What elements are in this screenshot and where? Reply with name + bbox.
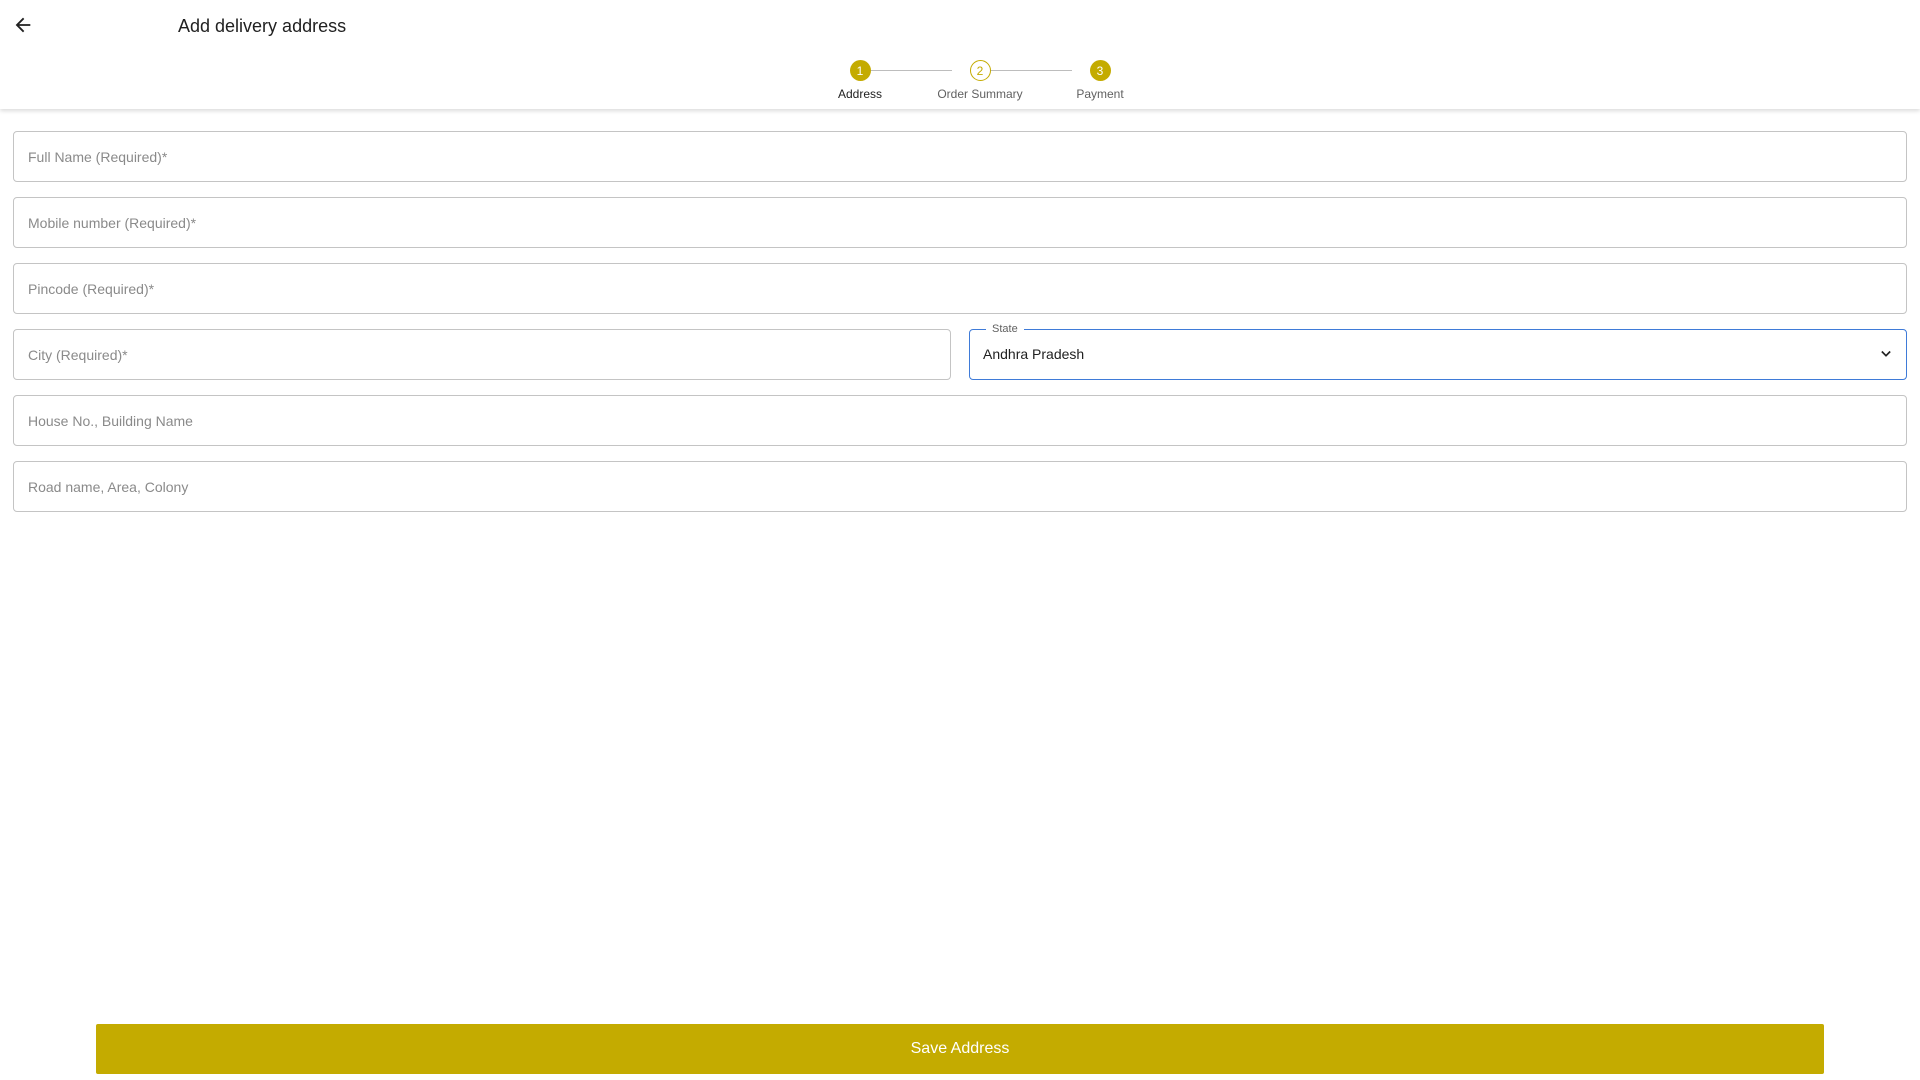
city-input[interactable]	[14, 330, 950, 379]
road-field	[13, 461, 1907, 512]
state-select[interactable]: State Andhra Pradesh	[969, 322, 1907, 380]
step-label: Order Summary	[937, 87, 1023, 101]
step-number: 1	[849, 60, 871, 81]
pincode-input[interactable]	[14, 264, 1906, 313]
app-header: Add delivery address 1 Address 2 Order S…	[0, 0, 1920, 109]
save-address-button[interactable]: Save Address	[96, 1024, 1824, 1074]
city-field	[13, 329, 951, 380]
state-value: Andhra Pradesh	[983, 346, 1085, 362]
pincode-field	[13, 263, 1907, 314]
page-title: Add delivery address	[178, 16, 347, 36]
mobile-field	[13, 197, 1907, 248]
step-address: 1 Address	[800, 60, 920, 101]
road-input[interactable]	[14, 462, 1906, 511]
full-name-input[interactable]	[14, 132, 1906, 181]
step-number: 3	[1089, 60, 1111, 81]
house-field	[13, 395, 1907, 446]
back-button[interactable]	[8, 10, 38, 40]
step-number: 2	[969, 60, 991, 81]
step-label: Payment	[1076, 87, 1124, 101]
arrow-left-icon	[15, 17, 31, 33]
step-payment: 3 Payment	[1040, 60, 1160, 101]
house-input[interactable]	[14, 396, 1906, 445]
full-name-field	[13, 131, 1907, 182]
chevron-down-icon[interactable]	[1876, 344, 1896, 364]
mobile-input[interactable]	[14, 198, 1906, 247]
step-order-summary: 2 Order Summary	[920, 60, 1040, 101]
step-label: Address	[837, 87, 883, 101]
checkout-stepper: 1 Address 2 Order Summary 3 Payment	[800, 60, 1124, 104]
